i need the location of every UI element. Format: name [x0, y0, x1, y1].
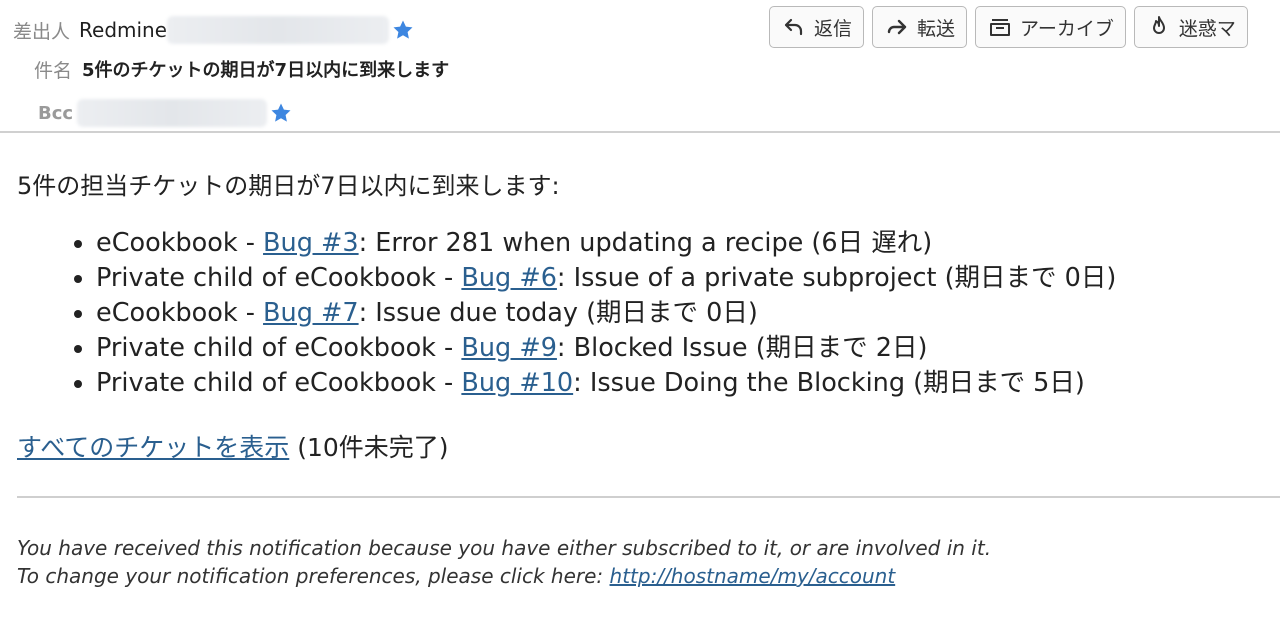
- archive-label: アーカイブ: [1020, 17, 1114, 40]
- account-link[interactable]: http://hostname/my/account: [610, 564, 896, 588]
- subject-row: 件名 5件のチケットの期日が7日以内に到来します: [34, 54, 449, 84]
- intro-text: 5件の担当チケットの期日が7日以内に到来します:: [17, 172, 560, 200]
- from-label: 差出人: [13, 20, 71, 43]
- issue-link[interactable]: Bug #9: [461, 333, 557, 363]
- star-icon[interactable]: [391, 18, 415, 42]
- email-footer: You have received this notification beca…: [17, 534, 991, 590]
- forward-label: 転送: [917, 17, 956, 40]
- list-item: Private child of eCookbook - Bug #10: Is…: [96, 366, 1116, 401]
- issue-link[interactable]: Bug #6: [461, 263, 557, 293]
- from-row: 差出人 Redmine: [13, 14, 415, 46]
- reply-icon: [784, 18, 803, 36]
- list-item: Private child of eCookbook - Bug #9: Blo…: [96, 331, 1116, 366]
- message-toolbar: 返信 転送 アーカイブ 迷惑マ: [769, 6, 1248, 48]
- divider: [17, 496, 1280, 498]
- view-all-issues-link[interactable]: すべてのチケットを表示: [17, 433, 289, 462]
- flame-icon: [1152, 16, 1165, 34]
- list-item: eCookbook - Bug #7: Issue due today (期日ま…: [96, 296, 1116, 331]
- subject-label: 件名: [34, 59, 73, 82]
- forward-button[interactable]: 転送: [872, 6, 968, 48]
- footer-preferences-text: To change your notification preferences,…: [17, 564, 610, 588]
- footer-preferences-line: To change your notification preferences,…: [17, 562, 991, 590]
- junk-label: 迷惑マ: [1178, 17, 1236, 40]
- issue-list: eCookbook - Bug #3: Error 281 when updat…: [58, 226, 1116, 401]
- reply-label: 返信: [814, 17, 853, 40]
- issue-summary: : Blocked Issue (期日まで 2日): [556, 333, 928, 363]
- archive-icon: [990, 19, 1011, 36]
- archive-button[interactable]: アーカイブ: [975, 6, 1126, 48]
- issue-link[interactable]: Bug #10: [461, 368, 573, 398]
- issue-project: Private child of eCookbook -: [96, 368, 462, 398]
- issue-summary: : Issue Doing the Blocking (期日まで 5日): [573, 368, 1085, 398]
- email-view: 差出人 Redmine 件名 5件のチケットの期日が7日以内に到来します Bcc…: [0, 0, 1280, 640]
- bcc-label: Bcc: [38, 102, 74, 124]
- sender-address-redacted: [167, 16, 390, 44]
- reply-button[interactable]: 返信: [769, 6, 865, 48]
- issue-link[interactable]: Bug #3: [263, 228, 359, 258]
- bcc-address-redacted: [77, 99, 268, 127]
- email-header: 差出人 Redmine 件名 5件のチケットの期日が7日以内に到来します Bcc…: [0, 0, 1280, 133]
- issue-link[interactable]: Bug #7: [263, 298, 359, 328]
- footer-notice: You have received this notification beca…: [17, 536, 992, 560]
- issue-project: eCookbook -: [96, 298, 264, 328]
- issue-project: Private child of eCookbook -: [96, 263, 462, 293]
- sender-name[interactable]: Redmine: [79, 18, 167, 42]
- open-issue-count: (10件未完了): [289, 433, 449, 462]
- star-icon[interactable]: [269, 101, 293, 125]
- junk-button[interactable]: 迷惑マ: [1133, 6, 1248, 48]
- list-item: eCookbook - Bug #3: Error 281 when updat…: [96, 226, 1116, 261]
- issue-summary: : Issue of a private subproject (期日まで 0日…: [556, 263, 1117, 293]
- forward-icon: [887, 19, 907, 35]
- issue-project: eCookbook -: [96, 228, 264, 258]
- issue-summary: : Error 281 when updating a recipe (6日 遅…: [358, 228, 933, 258]
- view-all-row: すべてのチケットを表示 (10件未完了): [17, 428, 449, 464]
- list-item: Private child of eCookbook - Bug #6: Iss…: [96, 261, 1116, 296]
- email-subject: 5件のチケットの期日が7日以内に到来します: [82, 60, 450, 81]
- issue-project: Private child of eCookbook -: [96, 333, 462, 363]
- issue-summary: : Issue due today (期日まで 0日): [358, 298, 758, 328]
- bcc-row: Bcc: [38, 98, 293, 128]
